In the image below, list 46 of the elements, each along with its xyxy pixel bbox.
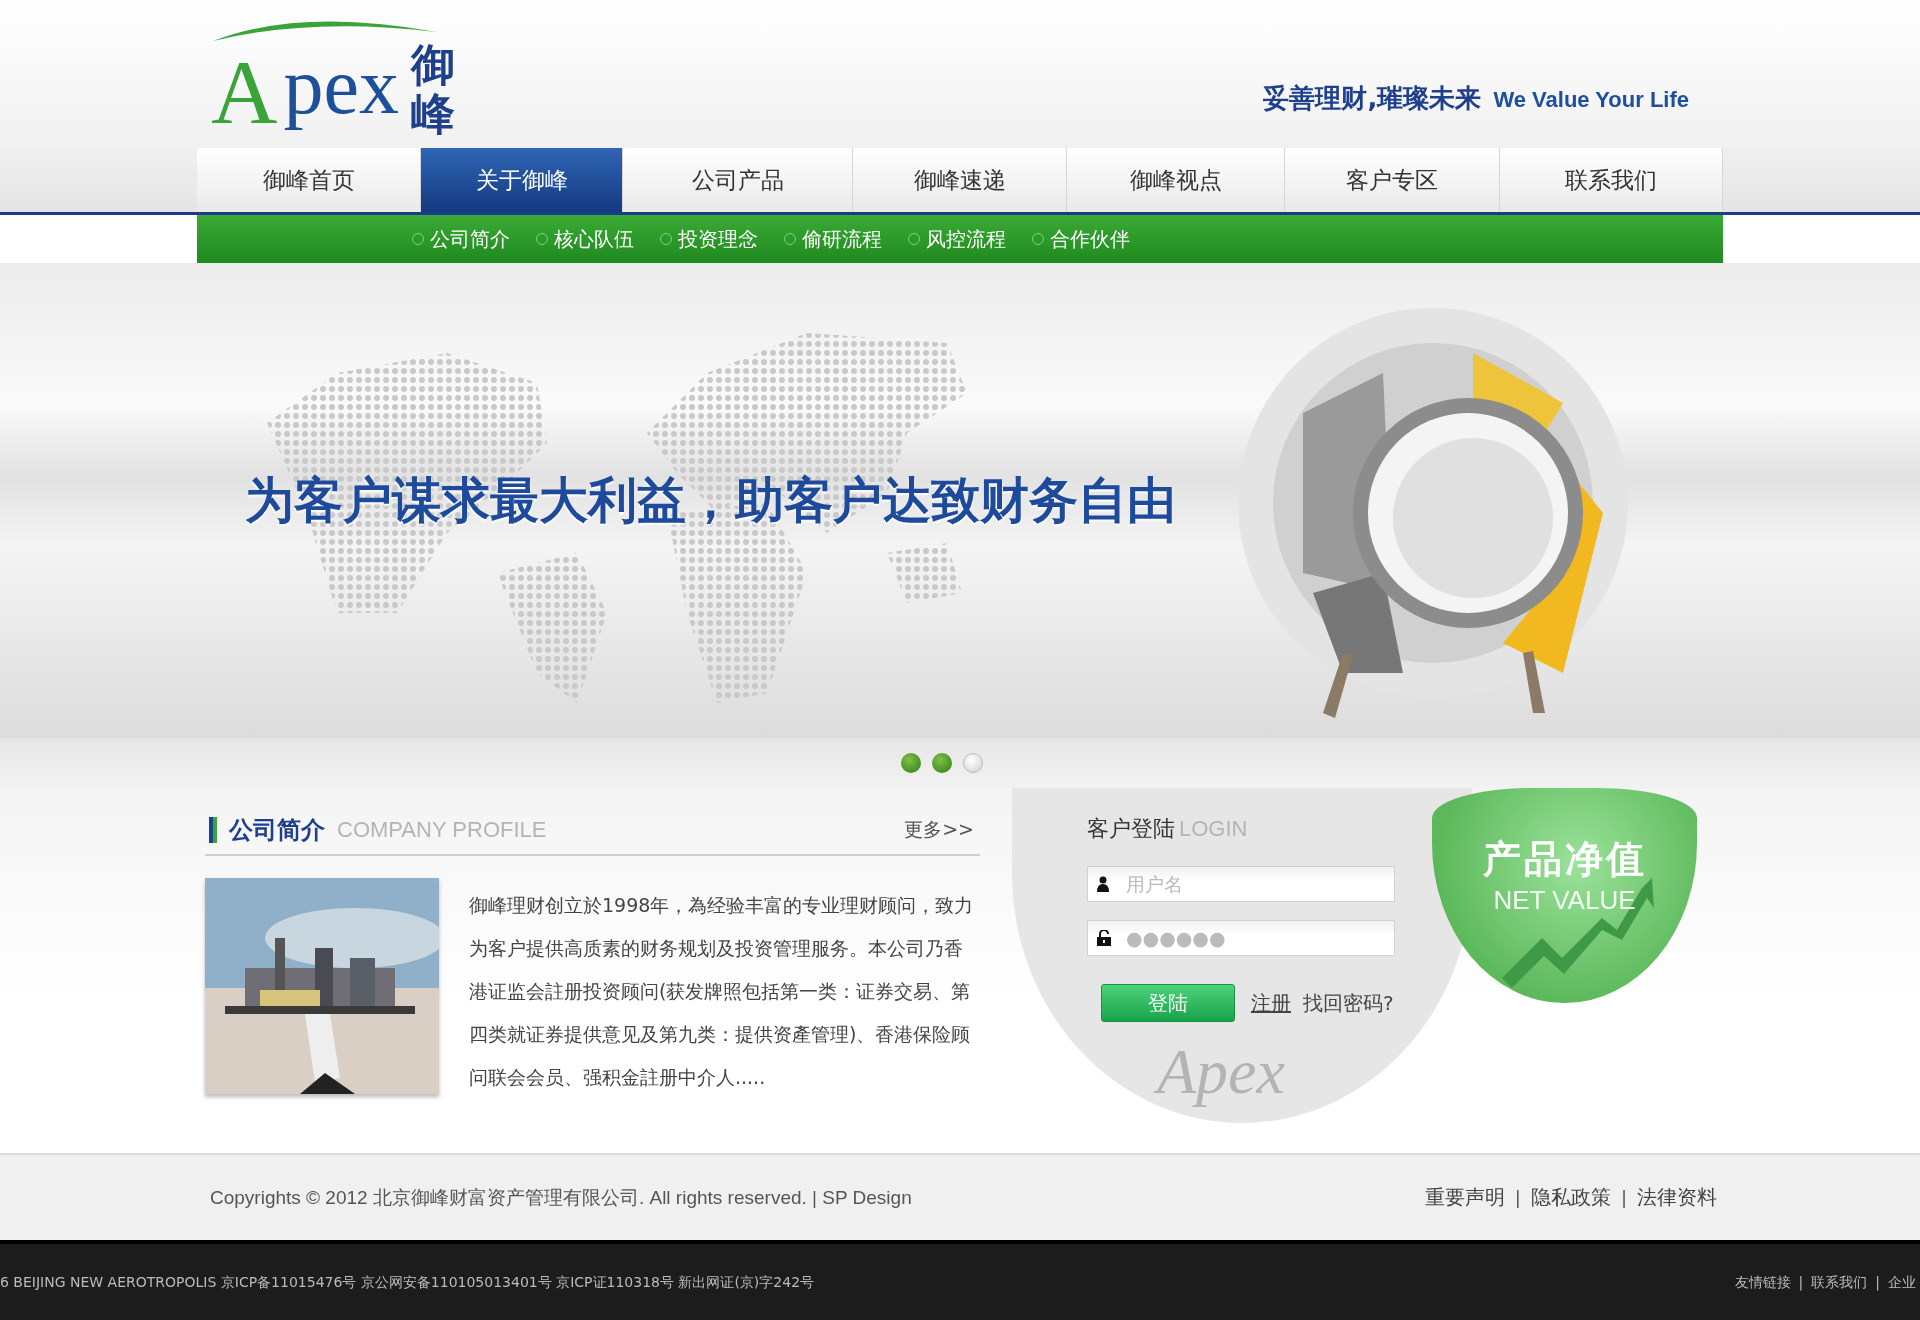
subnav-link[interactable]: 公司简介: [412, 225, 510, 253]
footer-link[interactable]: 隐私政策: [1530, 1184, 1611, 1211]
company-description: 御峰理财创立於1998年，為经验丰富的专业理财顾问，致力为客户提供高质素的财务规划及投资管理服务。本公司乃香港证监会註册投资顾问(获发牌照包括第一类：证券交易、第四类就证券提供意见及第九类：提供资產管理)、香港保险顾问联会会员、强积金註册中介人.....: [469, 893, 975, 1090]
subnav-link[interactable]: 核心队伍: [536, 225, 634, 253]
bottom-link[interactable]: 企业: [1888, 1274, 1916, 1292]
separator: |: [1514, 1187, 1521, 1208]
password-field[interactable]: ●●●●●●: [1087, 920, 1395, 956]
subnav-link[interactable]: 合作伙伴: [1032, 225, 1130, 253]
slider-dot[interactable]: [963, 753, 983, 773]
tagline-english: We Value Your Life: [1493, 87, 1689, 113]
registration-info: 6 BEIJING NEW AEROTROPOLIS 京ICP备11015476号 京公网安备110105013401号 京ICP证110318号 新出网证(京)字242号: [0, 1274, 815, 1292]
tagline: 妥善理财,璀璨未来: [1263, 82, 1482, 115]
copyright-text: Copyrights © 2012 北京御峰财富资产管理有限公司. All rights reserved. | SP Design: [210, 1185, 912, 1210]
slider-dot[interactable]: [901, 753, 921, 773]
banner-slogan: 为客户谋求最大利益，助客户达致财务自由: [245, 471, 1176, 531]
nav-tab[interactable]: 御峰首页: [197, 148, 421, 212]
username-field[interactable]: 用户名: [1087, 866, 1395, 902]
subnav-link[interactable]: 偷研流程: [784, 225, 882, 253]
nav-tab[interactable]: 联系我们: [1500, 148, 1723, 212]
logo-chinese: 御峰: [410, 41, 455, 138]
bottom-link[interactable]: 友情链接: [1734, 1274, 1791, 1292]
logo-text: pex: [282, 41, 400, 132]
separator: |: [1798, 1274, 1804, 1292]
nav-tab[interactable]: 御峰视点: [1067, 148, 1285, 212]
footer-link[interactable]: 法律资料: [1637, 1184, 1717, 1211]
forgot-password-link[interactable]: 找回密码?: [1303, 989, 1394, 1017]
bottom-link[interactable]: 联系我们: [1811, 1274, 1868, 1292]
nav-tab[interactable]: 公司产品: [623, 148, 853, 212]
login-title: 客户登陆: [1087, 815, 1175, 843]
subnav-link[interactable]: 投资理念: [660, 225, 758, 253]
section-subtitle: COMPANY PROFILE: [337, 817, 547, 843]
separator: |: [1620, 1187, 1627, 1208]
nav-tab[interactable]: 御峰速递: [853, 148, 1067, 212]
separator: |: [1875, 1274, 1880, 1292]
more-link[interactable]: 更多>>: [904, 817, 974, 843]
register-link[interactable]: 注册: [1251, 989, 1291, 1017]
nav-tab[interactable]: 关于御峰: [421, 148, 623, 212]
heading-bar-icon: [209, 817, 217, 843]
footer-link[interactable]: 重要声明: [1424, 1184, 1505, 1211]
logo-letter: A: [211, 46, 278, 138]
slider-dot[interactable]: [932, 753, 952, 773]
net-value-subtitle: NET VALUE: [1493, 885, 1636, 916]
subnav-link[interactable]: 风控流程: [908, 225, 1006, 253]
section-title: 公司简介: [229, 815, 325, 846]
net-value-title: 产品净值: [1482, 836, 1647, 883]
nav-tab[interactable]: 客户专区: [1285, 148, 1500, 212]
